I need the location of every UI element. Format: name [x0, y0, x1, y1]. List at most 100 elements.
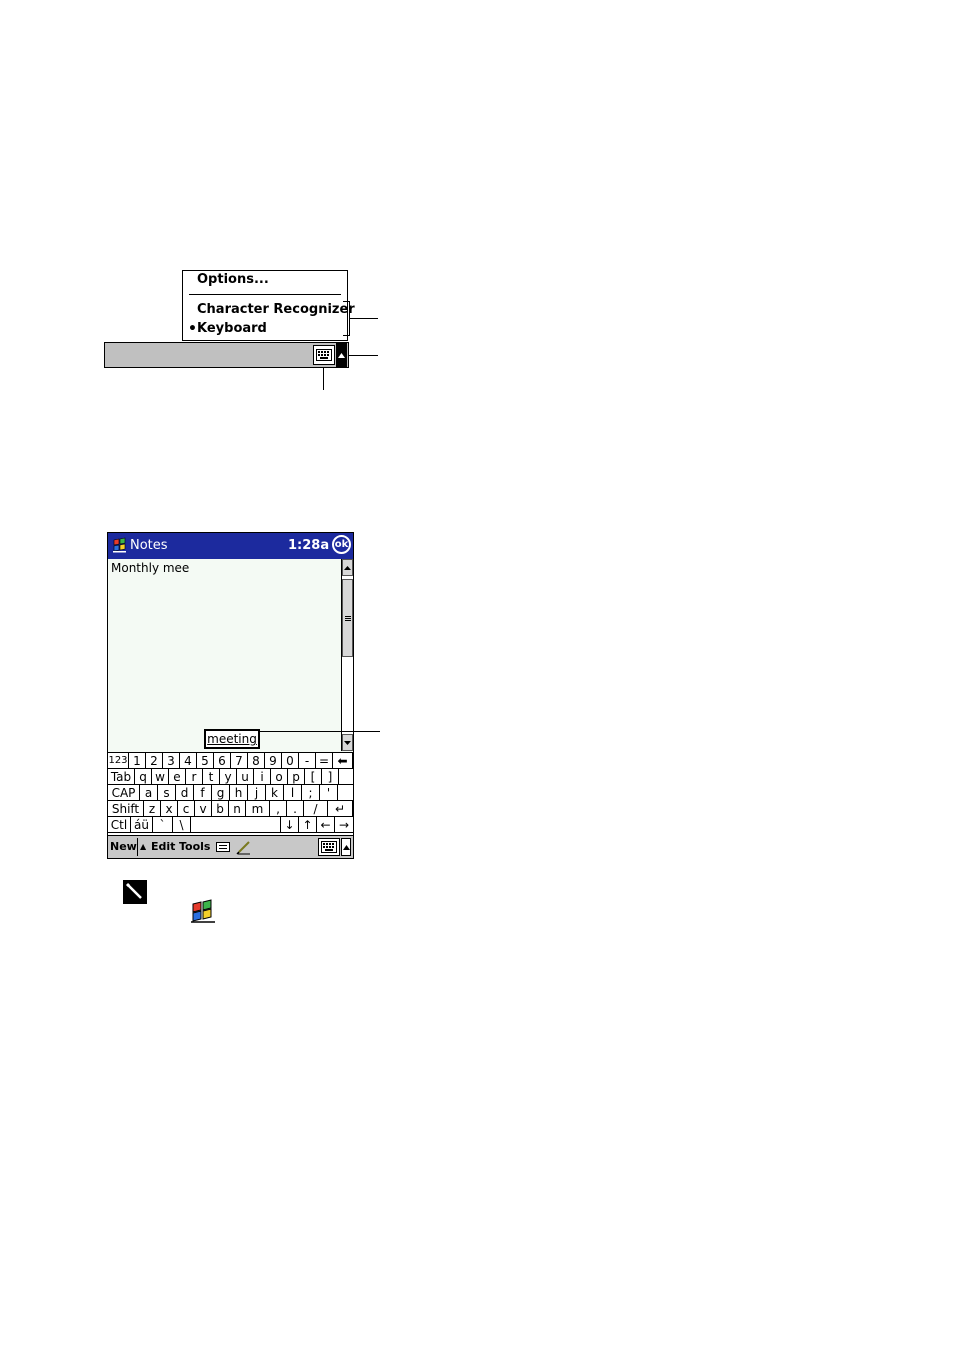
key[interactable]: m [246, 801, 270, 817]
key[interactable]: 3 [163, 753, 180, 769]
key[interactable]: p [288, 769, 305, 785]
scroll-down-icon [344, 740, 351, 745]
tools-menu[interactable]: Tools [179, 840, 210, 853]
title-bar: Notes 1:28a ok [108, 533, 353, 559]
key-spacer [339, 769, 353, 785]
key-spacer [338, 785, 353, 801]
ok-button[interactable]: ok [332, 535, 351, 554]
key[interactable]: 4 [180, 753, 197, 769]
key[interactable]: b [212, 801, 229, 817]
bracket-bottom [343, 335, 350, 336]
key[interactable]: g [212, 785, 230, 801]
tab-key[interactable]: Tab [108, 769, 135, 785]
space-bar[interactable] [191, 817, 281, 833]
input-method-menu: Options... Character Recognizer • Keyboa… [182, 270, 355, 341]
bracket-top [343, 301, 350, 302]
note-text: Monthly mee [111, 561, 190, 575]
key[interactable]: , [270, 801, 287, 817]
key[interactable]: e [169, 769, 186, 785]
windows-flag-icon[interactable] [112, 537, 127, 553]
key[interactable]: j [248, 785, 266, 801]
key[interactable]: ` [153, 817, 173, 833]
key[interactable]: v [195, 801, 212, 817]
key[interactable]: k [266, 785, 284, 801]
app-title: Notes [130, 538, 168, 553]
pen-tool-icon[interactable] [236, 839, 252, 855]
input-panel-button[interactable] [318, 838, 340, 856]
shift-key[interactable]: Shift [108, 801, 144, 817]
menu-item-character-recognizer[interactable]: Character Recognizer [197, 302, 355, 317]
word-suggestion[interactable]: meeting [204, 729, 260, 749]
key[interactable]: i [254, 769, 271, 785]
key[interactable]: ] [322, 769, 339, 785]
key[interactable]: ' [320, 785, 338, 801]
key[interactable]: n [229, 801, 246, 817]
key[interactable]: z [144, 801, 161, 817]
key[interactable]: - [299, 753, 316, 769]
key[interactable]: a [140, 785, 158, 801]
scroll-down-button[interactable] [342, 734, 353, 751]
up-arrow-icon [338, 352, 345, 358]
key[interactable]: w [152, 769, 169, 785]
key[interactable]: 6 [214, 753, 231, 769]
key[interactable]: f [194, 785, 212, 801]
scroll-thumb[interactable] [342, 579, 353, 657]
key[interactable]: 8 [248, 753, 265, 769]
menu-separator [189, 294, 341, 295]
input-selector-arrow[interactable] [336, 343, 347, 367]
key-123[interactable]: 123 [108, 753, 129, 769]
backspace-key[interactable]: ⬅ [333, 753, 353, 769]
key[interactable]: o [271, 769, 288, 785]
key[interactable]: u [237, 769, 254, 785]
key[interactable]: [ [305, 769, 322, 785]
scroll-up-button[interactable] [342, 559, 353, 576]
key[interactable]: 1 [129, 753, 146, 769]
key[interactable]: q [135, 769, 152, 785]
caps-lock-key[interactable]: CAP [108, 785, 140, 801]
input-selector-arrow[interactable] [341, 838, 351, 856]
windows-flag-icon [191, 899, 215, 923]
ctrl-key[interactable]: Ctl [108, 817, 131, 833]
key[interactable]: 5 [197, 753, 214, 769]
keyboard-icon [316, 349, 332, 361]
key[interactable]: 7 [231, 753, 248, 769]
menu-item-options[interactable]: Options... [197, 272, 269, 287]
key[interactable]: h [230, 785, 248, 801]
key[interactable]: r [186, 769, 203, 785]
menu-separator [137, 838, 138, 856]
key[interactable]: = [316, 753, 333, 769]
international-key[interactable]: áü [131, 817, 153, 833]
new-dropdown-arrow[interactable]: ▲ [140, 842, 146, 851]
recording-toolbar-icon[interactable] [216, 842, 230, 852]
arrow-left-key[interactable]: ← [317, 817, 335, 833]
clock[interactable]: 1:28a [288, 538, 329, 553]
key[interactable]: \ [173, 817, 191, 833]
key[interactable]: 2 [146, 753, 163, 769]
arrow-up-key[interactable]: ↑ [299, 817, 317, 833]
key[interactable]: d [176, 785, 194, 801]
menu-bar: New ▲ Edit Tools [108, 835, 353, 858]
key[interactable]: t [203, 769, 220, 785]
key[interactable]: . [287, 801, 304, 817]
vertical-scrollbar[interactable] [341, 559, 353, 751]
notes-screen: Notes 1:28a ok Monthly mee meeting 123 1… [107, 532, 354, 859]
edit-menu[interactable]: Edit [151, 840, 175, 853]
key[interactable]: 0 [282, 753, 299, 769]
arrow-down-key[interactable]: ↓ [281, 817, 299, 833]
key[interactable]: x [161, 801, 178, 817]
key[interactable]: y [220, 769, 237, 785]
enter-key[interactable]: ↵ [328, 801, 353, 817]
up-arrow-icon [342, 844, 350, 850]
key[interactable]: c [178, 801, 195, 817]
new-button[interactable]: New [110, 840, 137, 853]
grip-icon [344, 615, 351, 621]
key[interactable]: / [304, 801, 328, 817]
input-panel-button[interactable] [313, 345, 335, 365]
key[interactable]: l [284, 785, 302, 801]
note-text-area[interactable]: Monthly mee [108, 559, 341, 751]
key[interactable]: s [158, 785, 176, 801]
key[interactable]: ; [302, 785, 320, 801]
menu-item-keyboard[interactable]: Keyboard [197, 321, 267, 336]
key[interactable]: 9 [265, 753, 282, 769]
arrow-right-key[interactable]: → [335, 817, 353, 833]
